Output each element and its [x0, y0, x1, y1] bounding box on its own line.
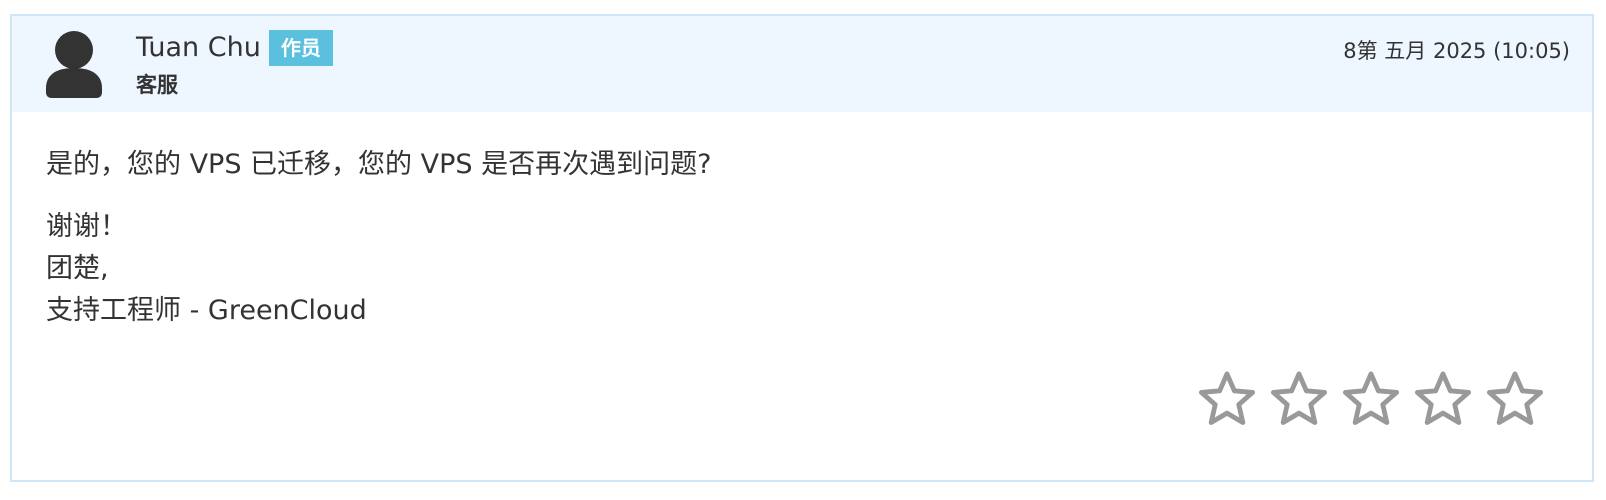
star-icon[interactable] [1486, 370, 1544, 428]
author-role: 客服 [136, 73, 178, 97]
reply-body: 是的，您的 VPS 已迁移，您的 VPS 是否再次遇到问题? 谢谢！ 团楚, 支… [46, 144, 1562, 332]
ticket-reply: Tuan Chu 作员 客服 8第 五月 2025 (10:05) 是的，您的 … [10, 14, 1594, 482]
user-icon [46, 31, 102, 98]
reply-header: Tuan Chu 作员 客服 8第 五月 2025 (10:05) [12, 16, 1592, 112]
signature-line: 团楚, [46, 253, 109, 284]
star-icon[interactable] [1414, 370, 1472, 428]
signature-line: 支持工程师 - GreenCloud [46, 295, 367, 326]
reply-message: 是的，您的 VPS 已迁移，您的 VPS 是否再次遇到问题? [46, 149, 712, 180]
star-icon[interactable] [1198, 370, 1256, 428]
reply-date: 8第 五月 2025 (10:05) [1343, 39, 1570, 63]
author-name: Tuan Chu [136, 32, 261, 63]
staff-badge: 作员 [268, 30, 333, 66]
author-line: Tuan Chu 作员 [136, 30, 333, 66]
star-icon[interactable] [1270, 370, 1328, 428]
rating-stars [1198, 370, 1544, 428]
star-icon[interactable] [1342, 370, 1400, 428]
signature-line: 谢谢！ [46, 211, 127, 242]
